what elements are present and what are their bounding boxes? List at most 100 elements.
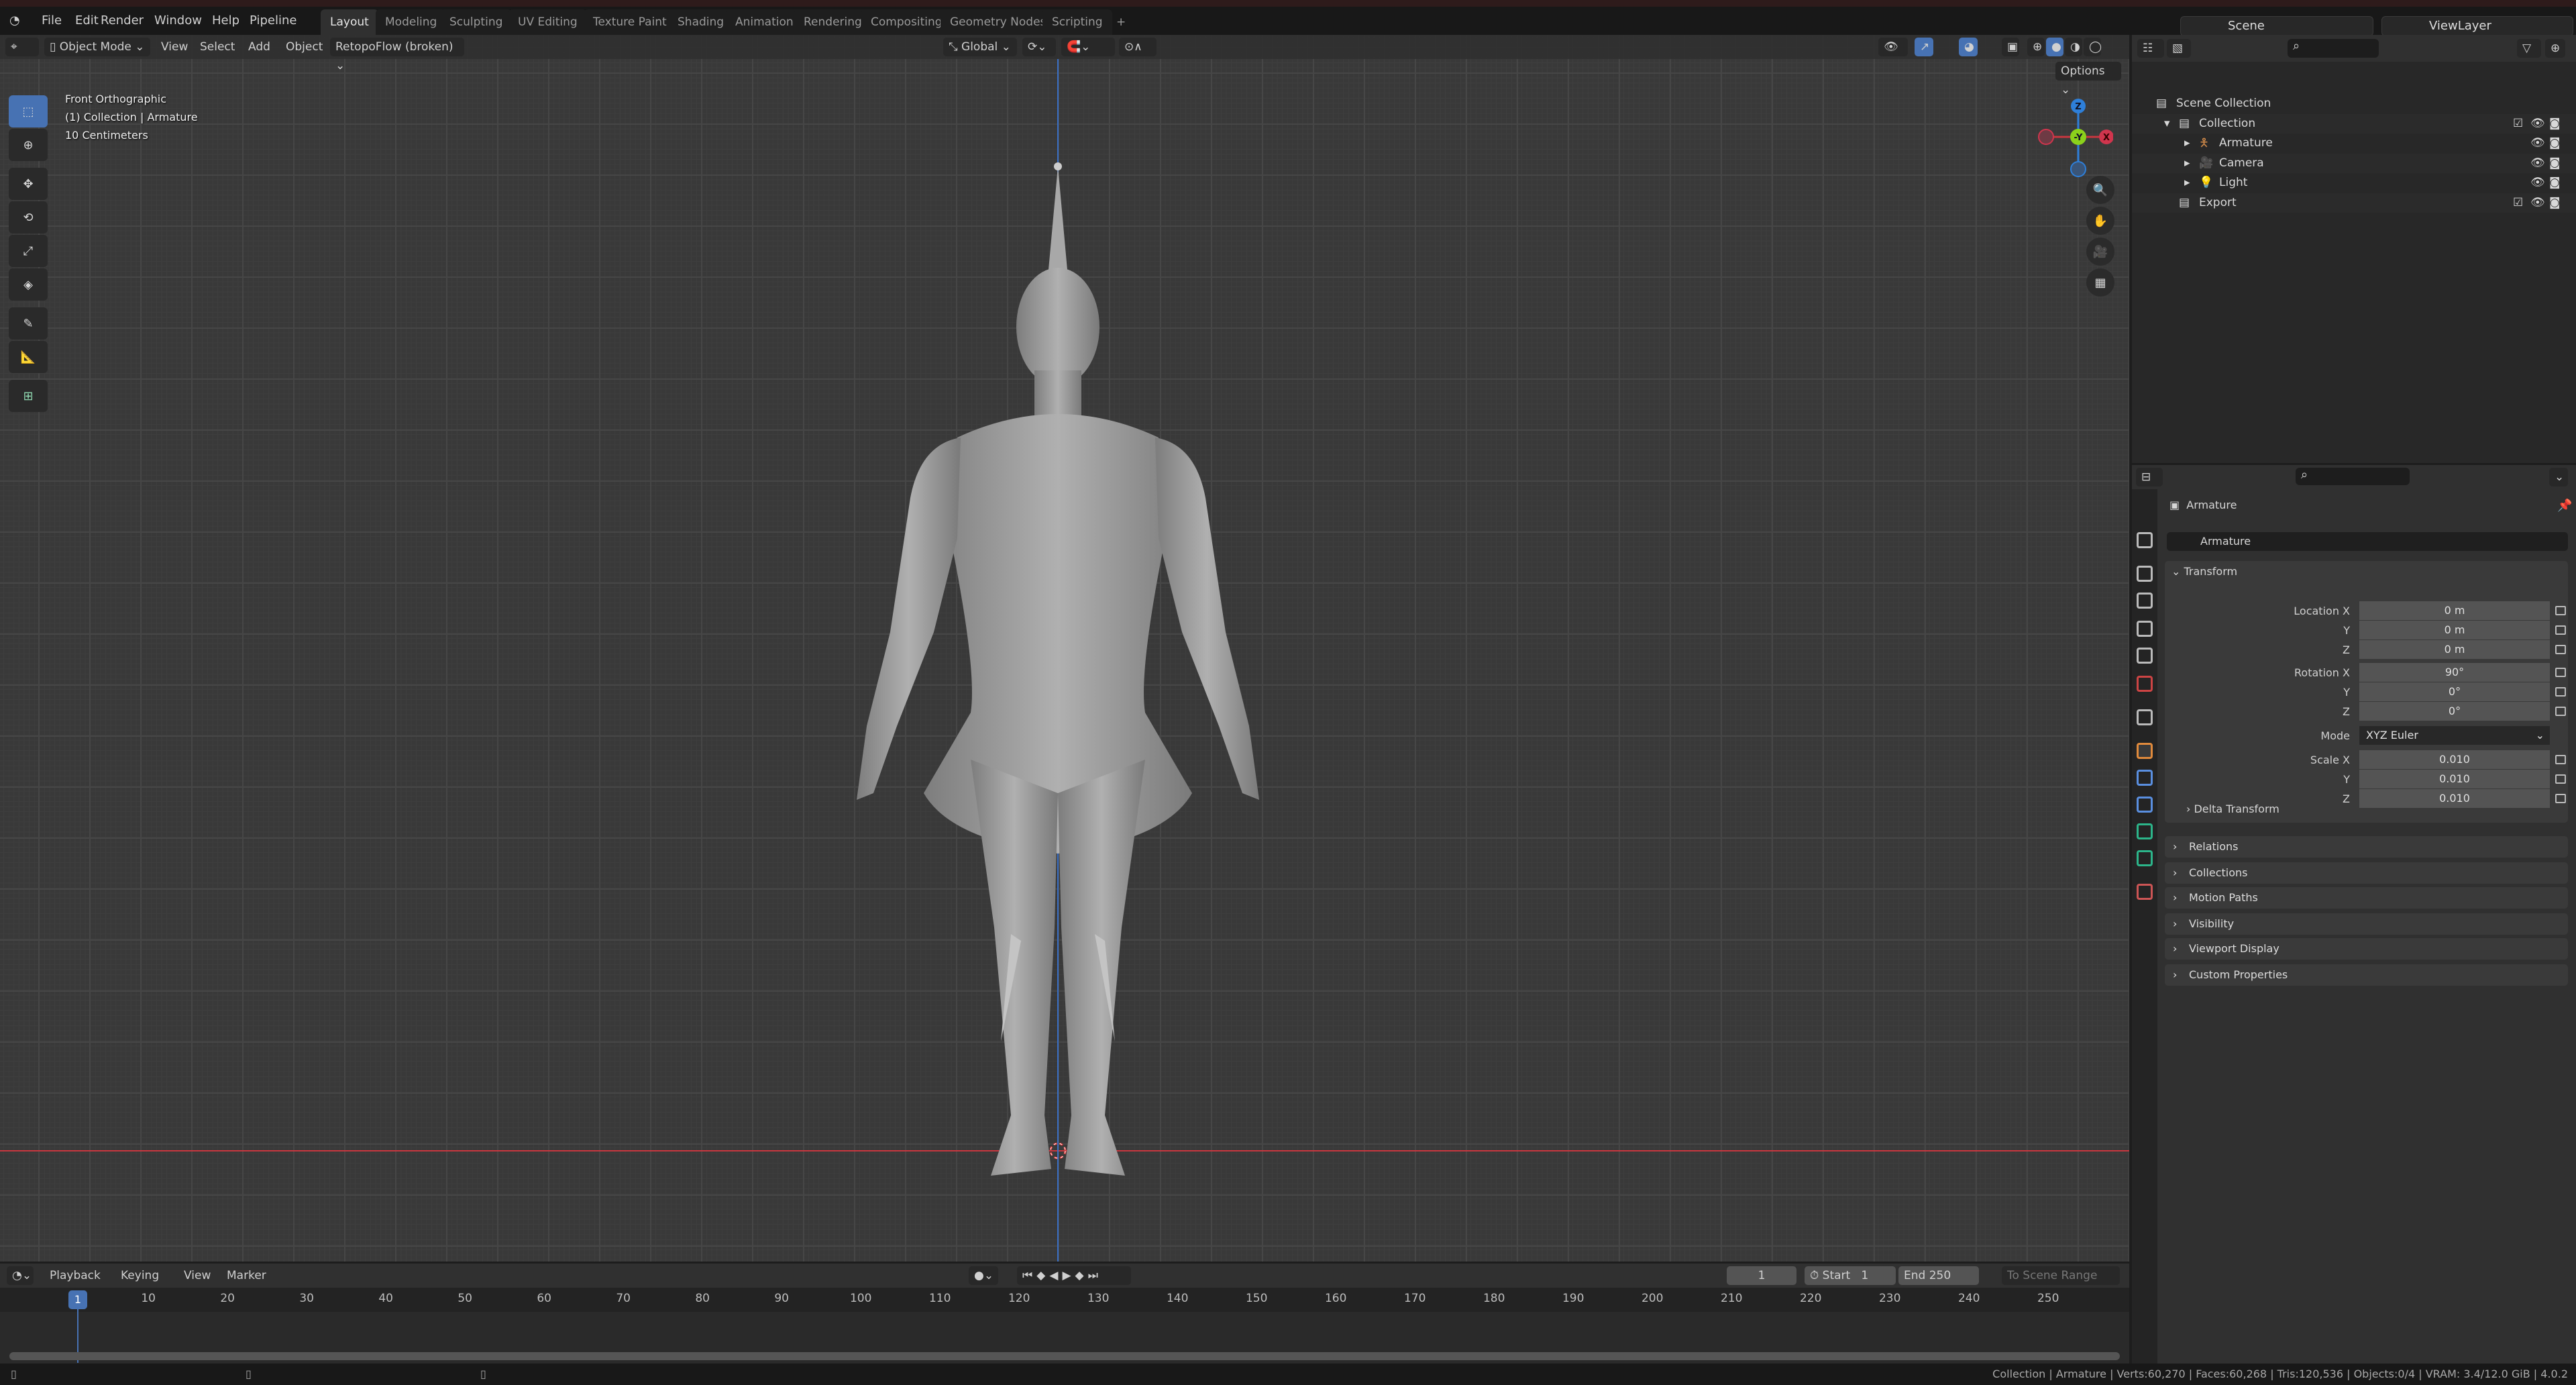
transform-field-1[interactable]: 0 m xyxy=(2359,621,2550,639)
measure-tool[interactable]: 📐 xyxy=(9,341,48,373)
camera-render-icon[interactable]: ◙ xyxy=(2549,193,2561,213)
gizmo-toggle[interactable]: ↗ xyxy=(1915,38,1933,56)
transform-panel-header[interactable]: ⌄ Transform xyxy=(2171,565,2237,578)
panel-motion-paths[interactable]: › Motion Paths xyxy=(2165,887,2568,909)
add-cube-tool[interactable]: ⊞ xyxy=(9,380,48,412)
proportional-edit-toggle[interactable]: ⊙∧ xyxy=(1119,38,1157,56)
timeline-editor-type[interactable]: ◔⌄ xyxy=(7,1266,34,1285)
transform-field-3[interactable]: 90° xyxy=(2359,663,2550,682)
xray-toggle[interactable]: ▣ xyxy=(2002,38,2019,56)
tab-shading[interactable]: Shading xyxy=(668,9,734,35)
zoom-view-button[interactable]: 🔍 xyxy=(2086,176,2114,204)
camera-render-icon[interactable]: ◙ xyxy=(2549,114,2561,134)
lock-icon[interactable] xyxy=(2555,645,2566,654)
outliner-row-camera[interactable]: ▸ 🎥 Camera 👁 ◙ xyxy=(2132,153,2576,173)
timeline-menu-view[interactable]: View xyxy=(178,1266,216,1285)
outliner-row-scene-collection[interactable]: ▤ Scene Collection xyxy=(2132,94,2576,113)
collection-tab[interactable] xyxy=(2137,709,2153,725)
output-tab[interactable] xyxy=(2137,593,2153,609)
move-tool[interactable]: ✥ xyxy=(9,168,48,200)
retopoflow-menu[interactable]: RetopoFlow (broken) ⌄ xyxy=(330,38,464,72)
panel-relations[interactable]: › Relations xyxy=(2165,836,2568,858)
panel-custom-properties[interactable]: › Custom Properties xyxy=(2165,964,2568,986)
add-workspace-button[interactable]: + xyxy=(1107,9,1135,35)
lock-icon[interactable] xyxy=(2555,625,2566,635)
transform-tool[interactable]: ◈ xyxy=(9,268,48,301)
tab-layout[interactable]: Layout xyxy=(321,9,378,35)
menu-pipeline[interactable]: Pipeline xyxy=(250,13,297,28)
object-data-armature-tab[interactable] xyxy=(2137,823,2153,839)
start-frame-field[interactable]: ⏱ Start 1 xyxy=(1805,1266,1896,1285)
tab-modeling[interactable]: Modeling xyxy=(376,9,447,35)
camera-render-icon[interactable]: ◙ xyxy=(2549,134,2561,153)
transform-field-6[interactable]: XYZ Euler ⌄ xyxy=(2359,726,2550,745)
to-scene-range-button[interactable]: To Scene Range xyxy=(2002,1266,2120,1285)
object-name-field[interactable]: Armature xyxy=(2167,532,2568,551)
playhead[interactable]: 1 xyxy=(68,1290,87,1309)
eye-icon[interactable]: 👁 xyxy=(2530,193,2545,213)
viewport-menu-add[interactable]: Add xyxy=(243,38,276,56)
lock-icon[interactable] xyxy=(2555,606,2566,615)
eye-icon[interactable]: 👁 xyxy=(2530,114,2545,134)
tab-uv-editing[interactable]: UV Editing xyxy=(508,9,587,35)
timeline-menu-keying[interactable]: Keying xyxy=(115,1266,164,1285)
gizmo-x-label[interactable]: X xyxy=(2103,133,2110,143)
transform-field-2[interactable]: 0 m xyxy=(2359,640,2550,659)
outliner-row-collection[interactable]: ▾ ▤ Collection ☑ 👁 ◙ xyxy=(2132,113,2576,134)
transform-orientation-dropdown[interactable]: ⤡ Global ⌄ xyxy=(943,38,1017,56)
gizmo-y-label[interactable]: -Y xyxy=(2074,133,2083,143)
transform-field-7[interactable]: 0.010 xyxy=(2359,750,2550,769)
transform-field-9[interactable]: 0.010 xyxy=(2359,789,2550,808)
camera-render-icon[interactable]: ◙ xyxy=(2549,173,2561,193)
delta-transform-subpanel[interactable]: › Delta Transform xyxy=(2186,803,2279,815)
lock-icon[interactable] xyxy=(2555,707,2566,716)
auto-keying-toggle[interactable]: ●⌄ xyxy=(969,1266,998,1285)
pivot-point-dropdown[interactable]: ⟳⌄ xyxy=(1022,38,1056,56)
visibility-dropdown[interactable]: 👁 xyxy=(1878,38,1908,56)
tab-scripting[interactable]: Scripting xyxy=(1042,9,1112,35)
pin-icon[interactable]: 📌 xyxy=(2557,499,2572,513)
rotate-tool[interactable]: ⟲ xyxy=(9,201,48,234)
panel-collections[interactable]: › Collections xyxy=(2165,862,2568,884)
menu-edit[interactable]: Edit xyxy=(75,13,99,28)
object-tab[interactable] xyxy=(2137,743,2153,759)
view-layer-tab[interactable] xyxy=(2137,621,2153,637)
menu-render[interactable]: Render xyxy=(101,13,144,28)
ortho-toggle-button[interactable]: ▦ xyxy=(2086,268,2114,297)
rendered-shading-button[interactable]: ◯ xyxy=(2084,38,2102,56)
outliner-editor-type[interactable]: ☷ xyxy=(2137,39,2164,58)
outliner-row-light[interactable]: ▸ 💡 Light 👁 ◙ xyxy=(2132,173,2576,193)
scene-tab[interactable] xyxy=(2137,648,2153,664)
human-mesh[interactable] xyxy=(790,122,1326,1196)
checkbox-icon[interactable]: ☑ xyxy=(2513,114,2523,134)
lock-icon[interactable] xyxy=(2555,668,2566,677)
3d-cursor-icon[interactable] xyxy=(1048,1141,1068,1161)
pan-view-button[interactable]: ✋ xyxy=(2086,207,2114,235)
camera-render-icon[interactable]: ◙ xyxy=(2549,154,2561,173)
tab-rendering[interactable]: Rendering xyxy=(794,9,871,35)
tab-compositing[interactable]: Compositing xyxy=(861,9,952,35)
menu-help[interactable]: Help xyxy=(212,13,239,28)
eye-icon[interactable]: 👁 xyxy=(2530,173,2545,193)
panel-visibility[interactable]: › Visibility xyxy=(2165,913,2568,935)
viewport-menu-object[interactable]: Object xyxy=(280,38,328,56)
snap-toggle[interactable]: 🧲⌄ xyxy=(1061,38,1115,56)
view-layer-selector[interactable]: ViewLayer xyxy=(2381,16,2573,36)
gizmo-z-label[interactable]: Z xyxy=(2075,102,2081,112)
transform-field-5[interactable]: 0° xyxy=(2359,702,2550,721)
properties-options[interactable]: ⌄ xyxy=(2549,468,2568,486)
menu-file[interactable]: File xyxy=(42,13,62,28)
timeline-scrollbar[interactable] xyxy=(9,1352,2120,1360)
lock-icon[interactable] xyxy=(2555,687,2566,697)
overlay-toggle[interactable]: ◕ xyxy=(1959,38,1978,56)
outliner-row-export[interactable]: ▤ Export ☑ 👁 ◙ xyxy=(2132,193,2576,213)
outliner-search[interactable]: ⌕ xyxy=(2288,39,2379,58)
camera-view-button[interactable]: 🎥 xyxy=(2086,238,2114,266)
3d-viewport[interactable]: ⌖ ▯ Object Mode ⌄ View Select Add Object Re… xyxy=(0,35,2129,1262)
material-shading-button[interactable]: ◑ xyxy=(2065,38,2082,56)
transform-field-4[interactable]: 0° xyxy=(2359,682,2550,701)
world-tab[interactable] xyxy=(2137,676,2153,692)
expand-arrow-icon[interactable]: ▾ xyxy=(2164,114,2170,134)
end-frame-field[interactable]: End 250 xyxy=(1898,1266,1979,1285)
current-frame-field[interactable]: 1 xyxy=(1727,1266,1796,1285)
